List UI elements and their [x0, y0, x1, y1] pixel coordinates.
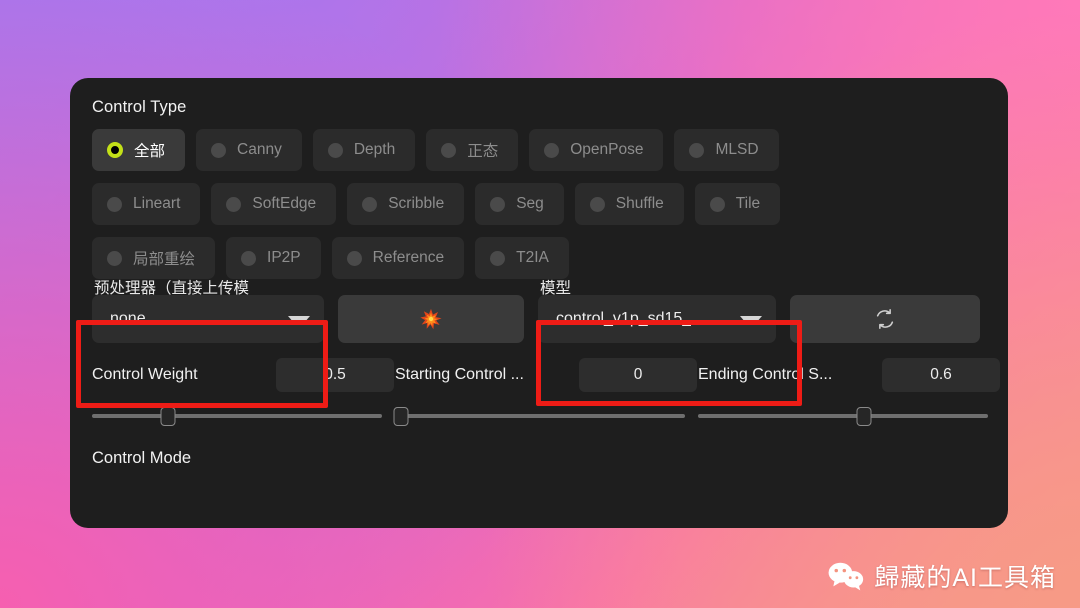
ending-control-step-value[interactable]: 0.6 — [882, 358, 1000, 392]
slider-thumb[interactable] — [160, 407, 175, 426]
control-type-row-1: 全部 Canny Depth 正态 OpenPose MLSD — [92, 129, 986, 171]
control-type-label: Reference — [372, 249, 445, 266]
refresh-icon — [876, 309, 894, 329]
control-type-group: 全部 Canny Depth 正态 OpenPose MLSD Lineart … — [92, 129, 986, 279]
ending-control-step-head: Ending Control S... 0.6 — [698, 357, 1000, 393]
radio-unselected-icon — [490, 196, 506, 212]
control-type-label: 全部 — [134, 143, 166, 160]
control-type-row-3: 局部重绘 IP2P Reference T2IA — [92, 237, 986, 279]
model-dropdown[interactable]: control_v1p_sd15_ — [538, 295, 776, 343]
control-type-option-canny[interactable]: Canny — [196, 129, 302, 171]
radio-unselected-icon — [346, 250, 362, 266]
ending-control-step-label: Ending Control S... — [698, 366, 833, 383]
refresh-models-button[interactable] — [790, 295, 980, 343]
radio-unselected-icon — [107, 250, 122, 266]
control-type-option-tile[interactable]: Tile — [694, 183, 781, 225]
radio-unselected-icon — [362, 196, 378, 212]
control-type-option-depth[interactable]: Depth — [312, 129, 416, 171]
chevron-down-icon — [288, 315, 310, 323]
starting-control-step-head: Starting Control ... 0 — [395, 357, 697, 393]
starting-control-step-label: Starting Control ... — [395, 366, 524, 383]
starting-control-step-group: Starting Control ... 0 — [393, 357, 697, 429]
radio-unselected-icon — [226, 196, 242, 212]
control-mode-title: Control Mode — [92, 449, 192, 467]
control-weight-head: Control Weight 0.5 — [92, 357, 394, 393]
control-type-label: Canny — [237, 141, 282, 158]
control-type-option-scribble[interactable]: Scribble — [347, 183, 465, 225]
control-type-label: SoftEdge — [252, 195, 317, 212]
control-type-label: 局部重绘 — [133, 251, 196, 268]
control-type-label: IP2P — [267, 249, 301, 266]
slider-row: Control Weight 0.5 Starting Control ... … — [92, 357, 1000, 429]
preprocessor-group: 预处理器（直接上传模 none — [92, 280, 526, 343]
control-type-option-seg[interactable]: Seg — [475, 183, 564, 225]
control-type-option-softedge[interactable]: SoftEdge — [211, 183, 337, 225]
control-weight-value[interactable]: 0.5 — [276, 358, 394, 392]
control-type-label: Shuffle — [615, 195, 664, 212]
control-type-option-t2ia[interactable]: T2IA — [475, 237, 569, 279]
slider-track — [698, 414, 988, 418]
control-type-row-2: Lineart SoftEdge Scribble Seg Shuffle Ti… — [92, 183, 986, 225]
ending-control-step-group: Ending Control S... 0.6 — [698, 357, 1000, 429]
radio-unselected-icon — [490, 250, 506, 266]
control-type-option-inpaint[interactable]: 局部重绘 — [92, 237, 216, 279]
watermark: 歸藏的AI工具箱 — [827, 558, 1056, 594]
starting-control-step-value[interactable]: 0 — [579, 358, 697, 392]
page-title: Control Type — [92, 98, 187, 116]
chevron-down-icon — [740, 315, 762, 323]
radio-selected-icon — [107, 142, 123, 158]
control-type-option-all[interactable]: 全部 — [92, 129, 186, 171]
control-type-option-lineart[interactable]: Lineart — [92, 183, 201, 225]
radio-unselected-icon — [107, 196, 122, 212]
control-type-label: Depth — [353, 141, 396, 158]
control-type-label: Scribble — [388, 195, 445, 212]
controlnet-panel: Control Type 全部 Canny Depth 正态 OpenPose — [70, 78, 1008, 528]
control-type-label: Lineart — [133, 195, 181, 212]
ending-control-step-slider[interactable] — [698, 403, 1000, 429]
slider-thumb[interactable] — [393, 407, 409, 426]
control-type-label: 正态 — [467, 143, 499, 160]
radio-unselected-icon — [327, 142, 343, 158]
radio-unselected-icon — [689, 142, 705, 158]
starting-control-step-slider[interactable] — [393, 403, 697, 429]
control-type-label: Tile — [735, 195, 761, 212]
control-type-label: MLSD — [715, 141, 759, 158]
radio-unselected-icon — [441, 142, 457, 158]
control-type-option-shuffle[interactable]: Shuffle — [574, 183, 684, 225]
model-group: 模型 control_v1p_sd15_ — [538, 280, 982, 343]
preprocessor-model-row: 预处理器（直接上传模 none 模型 control_v1p_sd15_ — [92, 280, 986, 343]
control-type-option-normal[interactable]: 正态 — [426, 129, 519, 171]
radio-unselected-icon — [211, 142, 227, 158]
radio-unselected-icon — [544, 142, 560, 158]
wechat-icon — [828, 562, 864, 591]
control-type-option-reference[interactable]: Reference — [331, 237, 465, 279]
control-type-label: OpenPose — [570, 141, 644, 158]
model-value: control_v1p_sd15_ — [556, 310, 692, 327]
control-type-option-openpose[interactable]: OpenPose — [529, 129, 664, 171]
slider-thumb[interactable] — [856, 407, 872, 426]
run-preprocessor-button[interactable] — [338, 295, 524, 343]
control-type-option-ip2p[interactable]: IP2P — [226, 237, 321, 279]
control-type-label: T2IA — [516, 249, 549, 266]
watermark-text: 歸藏的AI工具箱 — [874, 564, 1056, 592]
radio-unselected-icon — [241, 250, 257, 266]
preprocessor-dropdown[interactable]: none — [92, 295, 324, 343]
radio-unselected-icon — [589, 196, 605, 212]
slider-track — [395, 414, 685, 418]
control-weight-group: Control Weight 0.5 — [92, 357, 394, 429]
slider-track — [92, 414, 382, 418]
control-weight-slider[interactable] — [92, 403, 394, 429]
radio-unselected-icon — [709, 196, 725, 212]
control-weight-label: Control Weight — [92, 366, 198, 383]
preprocessor-value: none — [110, 310, 146, 327]
control-type-option-mlsd[interactable]: MLSD — [674, 129, 779, 171]
control-type-label: Seg — [516, 195, 544, 212]
explosion-icon — [420, 308, 442, 330]
